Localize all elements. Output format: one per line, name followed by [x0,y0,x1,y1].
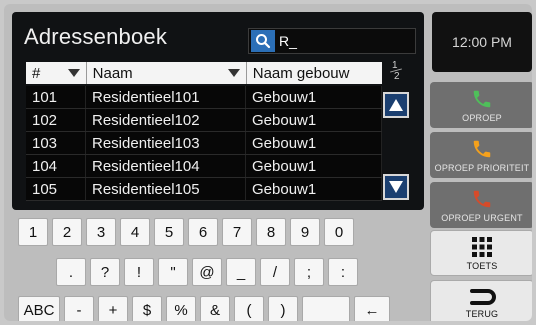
key-0[interactable]: 0 [324,218,354,246]
page-indicator: 1 2 [386,60,404,82]
keypad-icon [472,236,492,257]
key-percent[interactable]: % [166,296,196,321]
row-building: Gebouw1 [246,132,382,154]
key-quote[interactable]: " [158,258,188,286]
call-label: OPROEP [462,112,502,123]
keypad-label: TOETS [466,260,498,271]
row-name: Residentieel101 [86,86,246,108]
key-question[interactable]: ? [90,258,120,286]
search-input[interactable]: R_ [248,28,416,54]
key-1[interactable]: 1 [18,218,48,246]
table-row[interactable]: 103 Residentieel103 Gebouw1 [26,132,382,155]
sort-down-icon [67,69,80,77]
table-row[interactable]: 105 Residentieel105 Gebouw1 [26,178,382,201]
back-arrow-icon [470,288,496,305]
key-at[interactable]: @ [192,258,222,286]
key-colon[interactable]: : [328,258,358,286]
clock-time: 12:00 PM [452,34,512,50]
column-name-label: Naam [92,64,133,82]
scroll-up-button[interactable] [383,92,409,118]
table-row[interactable]: 101 Residentieel101 Gebouw1 [26,86,382,109]
key-9[interactable]: 9 [290,218,320,246]
key-underscore[interactable]: _ [226,258,256,286]
key-semicolon[interactable]: ; [294,258,324,286]
search-icon [251,30,275,52]
table-header: # Naam Naam gebouw [26,62,382,84]
key-backspace[interactable]: ← [354,296,390,321]
row-name: Residentieel103 [86,132,246,154]
back-label: TERUG [465,308,499,319]
table-row[interactable]: 104 Residentieel104 Gebouw1 [26,155,382,178]
scroll-down-button[interactable] [383,174,409,200]
keyboard-row-digits: 1 2 3 4 5 6 7 8 9 0 [18,218,354,246]
key-abc[interactable]: ABC [18,296,60,321]
key-8[interactable]: 8 [256,218,286,246]
row-name: Residentieel104 [86,155,246,177]
back-button[interactable]: TERUG [430,280,532,321]
page-title: Adressenboek [24,24,168,49]
column-building[interactable]: Naam gebouw [245,62,382,84]
key-space[interactable] [302,296,350,321]
priority-call-label: OPROEP PRIORITEIT [434,162,530,173]
row-building: Gebouw1 [246,178,382,200]
screen-frame: Adressenboek R_ # Naam Naam gebouw 101 R… [4,4,532,321]
row-name: Residentieel105 [86,178,246,200]
key-4[interactable]: 4 [120,218,150,246]
column-building-label: Naam gebouw [252,64,350,82]
row-building: Gebouw1 [246,109,382,131]
key-period[interactable]: . [56,258,86,286]
row-name: Residentieel102 [86,109,246,131]
row-number: 105 [26,178,86,200]
search-value: R_ [279,33,297,49]
sort-down-icon [227,69,240,77]
key-5[interactable]: 5 [154,218,184,246]
key-exclamation[interactable]: ! [124,258,154,286]
table-body: 101 Residentieel101 Gebouw1 102 Resident… [26,86,382,201]
priority-call-button[interactable]: OPROEP PRIORITEIT [430,132,532,178]
row-number: 101 [26,86,86,108]
phone-icon [473,140,491,157]
key-3[interactable]: 3 [86,218,116,246]
row-building: Gebouw1 [246,155,382,177]
key-6[interactable]: 6 [188,218,218,246]
key-ampersand[interactable]: & [200,296,230,321]
clock-panel: 12:00 PM [432,12,532,72]
urgent-call-button[interactable]: OPROEP URGENT [430,182,532,228]
column-number-label: # [32,64,41,82]
phone-icon [473,90,491,107]
phone-icon [473,190,491,207]
page-total: 2 [394,71,400,82]
call-button[interactable]: OPROEP [430,82,532,128]
key-2[interactable]: 2 [52,218,82,246]
key-slash[interactable]: / [260,258,290,286]
arrow-down-icon [389,181,403,193]
key-7[interactable]: 7 [222,218,252,246]
keyboard-row-bottom: ABC - + $ % & ( ) ← [18,296,390,321]
key-paren-right[interactable]: ) [268,296,298,321]
urgent-call-label: OPROEP URGENT [441,212,523,223]
table-row[interactable]: 102 Residentieel102 Gebouw1 [26,109,382,132]
row-number: 102 [26,109,86,131]
key-minus[interactable]: - [64,296,94,321]
row-number: 103 [26,132,86,154]
arrow-up-icon [389,99,403,111]
column-name[interactable]: Naam [85,62,246,84]
column-number[interactable]: # [26,62,86,84]
key-dollar[interactable]: $ [132,296,162,321]
key-paren-left[interactable]: ( [234,296,264,321]
key-plus[interactable]: + [98,296,128,321]
keyboard-row-symbols: . ? ! " @ _ / ; : [56,258,358,286]
row-building: Gebouw1 [246,86,382,108]
keypad-button[interactable]: TOETS [430,230,532,276]
row-number: 104 [26,155,86,177]
